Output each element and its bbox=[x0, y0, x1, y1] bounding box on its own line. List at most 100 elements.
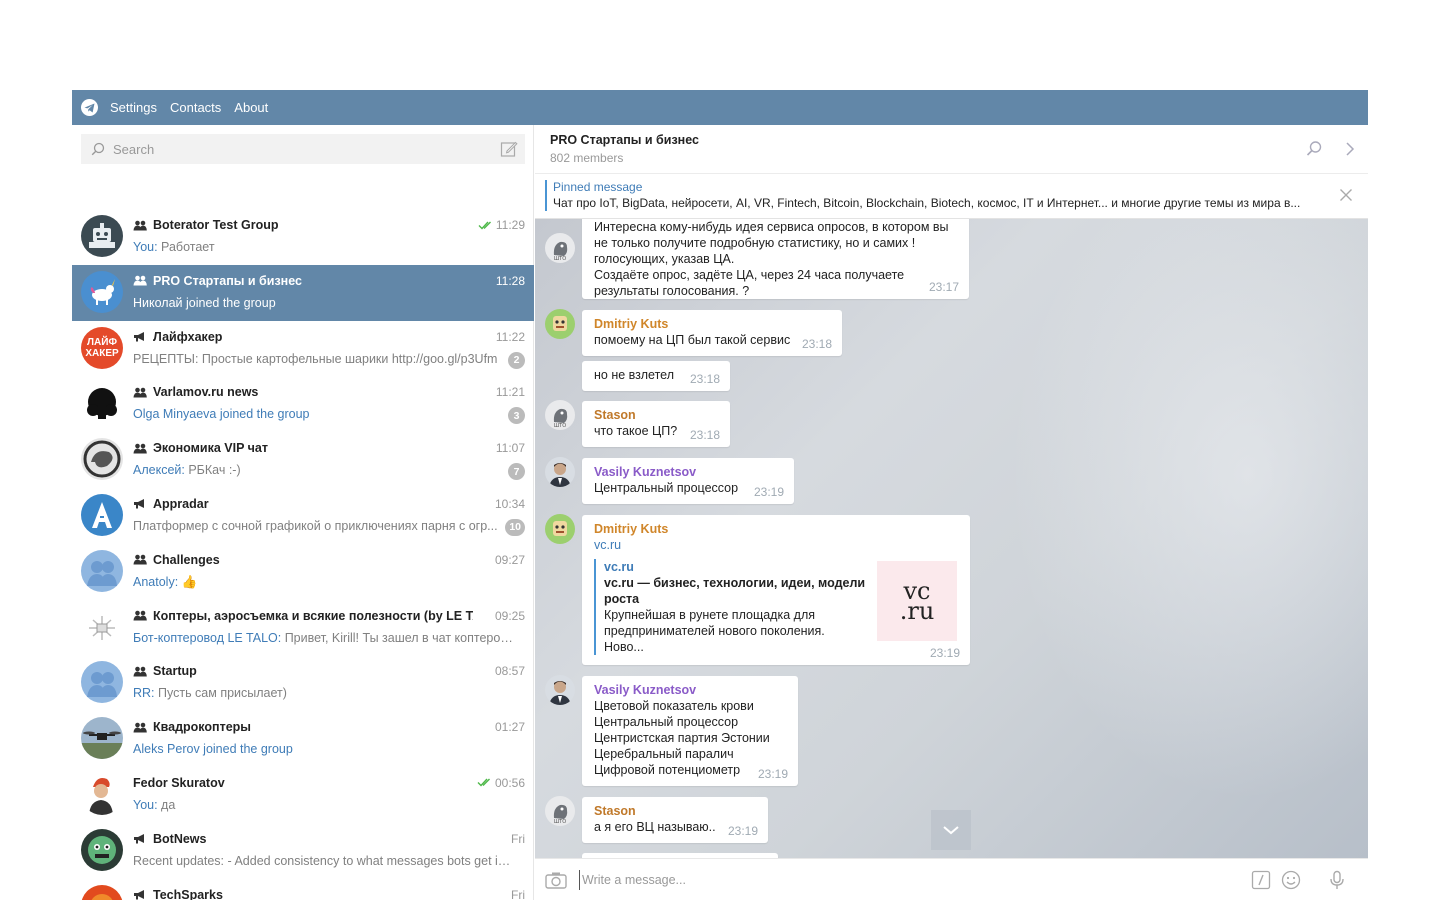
message-author[interactable]: Dmitriy Kuts bbox=[594, 521, 958, 537]
message-author[interactable]: Vasily Kuznetsov bbox=[594, 682, 786, 698]
dialog-time-text: 09:25 bbox=[494, 608, 525, 623]
dialog-item[interactable]: Fedor Skuratov 00:56 You: да bbox=[72, 767, 534, 823]
scroll-down-button[interactable] bbox=[931, 810, 971, 850]
close-icon[interactable] bbox=[1339, 188, 1353, 202]
dialog-item[interactable]: Коптеры, аэросъемка и всякие полезности … bbox=[72, 600, 534, 656]
avatar-dmitriy-kuts[interactable] bbox=[545, 514, 575, 544]
dialog-preview-text: РБКач :-) bbox=[184, 463, 241, 478]
message-bubble[interactable]: Stason что такое ЦП? 23:18 bbox=[582, 401, 730, 447]
dialog-item[interactable]: TechSparksFriПрямо-таки загадка то ли дл… bbox=[72, 879, 534, 900]
message-avatar-row: ШТО bbox=[545, 233, 575, 263]
dialog-item[interactable]: Квадрокоптеры 01:27 Aleks Perov joined the… bbox=[72, 711, 534, 767]
dialog-preview-sender: Anatoly: bbox=[133, 574, 179, 589]
microphone-icon[interactable] bbox=[1327, 870, 1347, 890]
dialog-name: PRO Стартапы и бизнес bbox=[133, 274, 302, 288]
dialog-time: 01:27 bbox=[495, 720, 525, 734]
message-author[interactable]: Stason bbox=[594, 407, 718, 423]
dialog-preview: Recent updates: - Added consistency to w… bbox=[133, 854, 513, 868]
dialog-preview: Aleks Perov joined the group bbox=[133, 742, 513, 756]
camera-icon[interactable] bbox=[545, 871, 567, 889]
dialog-name-text: Boterator Test Group bbox=[153, 218, 279, 232]
message-bubble[interactable]: Vasily Kuznetsov Цветовой показатель кро… bbox=[582, 676, 798, 786]
dialog-time: 00:56 bbox=[477, 776, 525, 790]
dialog-time-text: 01:27 bbox=[494, 720, 525, 735]
bot-command-icon[interactable] bbox=[1251, 870, 1271, 890]
dialog-preview-text: Платформер с сочной графикой о приключен… bbox=[133, 518, 498, 533]
menu-settings[interactable]: Settings bbox=[110, 100, 157, 115]
menu-contacts[interactable]: Contacts bbox=[170, 100, 221, 115]
dialog-item[interactable]: Appradar 10:34 Платформер с сочной графико… bbox=[72, 488, 534, 544]
dialog-name-text: Startup bbox=[153, 664, 197, 679]
message-link[interactable]: vc.ru bbox=[594, 537, 958, 553]
message-author[interactable]: Dmitriy Kuts bbox=[594, 316, 830, 332]
dialog-time-text: 11:21 bbox=[495, 385, 525, 400]
message-input[interactable] bbox=[579, 870, 1179, 890]
message-bubble[interactable]: Stason а я его ВЦ называю.. 23:19 bbox=[582, 797, 768, 843]
dialog-time-text: Fri bbox=[511, 887, 525, 900]
dialog-name-text: Лайфхакер bbox=[153, 329, 223, 344]
dialog-time: 11:29 bbox=[478, 218, 525, 232]
dialog-preview-text: да bbox=[157, 797, 176, 812]
chevron-right-icon[interactable] bbox=[1341, 140, 1359, 158]
dialog-preview-text: 👍 bbox=[178, 574, 198, 589]
emoji-icon[interactable] bbox=[1281, 870, 1301, 890]
channel-icon bbox=[133, 889, 147, 900]
message-history[interactable]: ШТО Интересна кому-нибудь идея сервиса о… bbox=[535, 219, 1368, 858]
dialog-item[interactable]: Challenges 09:27 Anatoly: 👍 bbox=[72, 544, 534, 600]
chat-title[interactable]: PRO Стартапы и бизнес bbox=[550, 133, 699, 147]
compose-icon[interactable] bbox=[500, 140, 518, 158]
dialog-time: Fri bbox=[511, 832, 525, 846]
dialog-avatar bbox=[81, 884, 123, 900]
menu-about[interactable]: About bbox=[234, 100, 268, 115]
dialog-avatar bbox=[81, 382, 123, 425]
message-bubble[interactable]: Dmitriy Kuts помоему на ЦП был такой сер… bbox=[582, 310, 842, 356]
dialog-name-text: TechSparks bbox=[153, 887, 223, 900]
dialog-preview: RR: Пусть сам присылает) bbox=[133, 686, 513, 700]
dialog-name-text: Коптеры, аэросъемка и всякие полезности … bbox=[153, 608, 473, 623]
message-author[interactable]: Stason bbox=[594, 803, 756, 819]
message-bubble[interactable]: Интересна кому-нибудь идея сервиса опрос… bbox=[582, 219, 969, 299]
dialog-preview-text: Работает bbox=[157, 240, 215, 254]
pinned-message[interactable]: Pinned message Чат про IoT, BigData, ней… bbox=[535, 174, 1368, 219]
dialog-name: Лайфхакер bbox=[133, 330, 222, 344]
message-bubble[interactable]: Vasily Kuznetsov Центральный процессор 2… bbox=[582, 458, 794, 504]
pinned-text: Чат про IoT, BigData, нейросети, AI, VR,… bbox=[553, 196, 1301, 210]
dialog-name: TechSparks bbox=[133, 888, 223, 900]
message-bubble[interactable]: Dmitriy Kuts vc.ru vc.ru vc.ru — бизнес,… bbox=[582, 515, 970, 665]
dialog-item[interactable]: Boterator Test Group 11:29 You: Работает bbox=[72, 209, 534, 265]
dialog-preview-text: Николай joined the group bbox=[133, 295, 276, 310]
dialog-preview: РЕЦЕПТЫ: Простые картофельные шарики htt… bbox=[133, 352, 498, 366]
message-author[interactable]: Vasily Kuznetsov bbox=[594, 464, 782, 480]
avatar-stason[interactable]: ШТО bbox=[545, 796, 575, 826]
dialog-time: 11:07 bbox=[496, 441, 525, 455]
preview-logo[interactable]: vc .ru bbox=[877, 561, 957, 641]
search-input[interactable] bbox=[113, 135, 493, 163]
message-time: 23:19 bbox=[929, 646, 960, 660]
dialog-item[interactable]: Startup 08:57 RR: Пусть сам присылает) bbox=[72, 655, 534, 711]
dialog-item[interactable]: PRO Стартапы и бизнес 11:28 Николай joined… bbox=[72, 264, 534, 321]
chat-search-icon[interactable] bbox=[1305, 140, 1323, 158]
dialog-item[interactable]: Varlamov.ru news 11:21 Olga Minyaeva joine… bbox=[72, 376, 534, 432]
dialog-item[interactable]: BotNews Fri Recent updates: - Added consis… bbox=[72, 823, 534, 879]
dialog-item[interactable]: ЛАЙФ ХАКЕР Лайфхакер 11:22 РЕЦЕПТЫ: Простые… bbox=[72, 321, 534, 377]
dialog-time: 10:34 bbox=[495, 497, 525, 511]
group-icon bbox=[133, 610, 147, 621]
message-time: 23:18 bbox=[689, 428, 720, 442]
dialog-preview-sender: Алексей: bbox=[133, 463, 185, 478]
dialog-time: 08:57 bbox=[495, 664, 525, 678]
dialog-list: Boterator Test Group 11:29 You: Работает PR… bbox=[72, 209, 534, 900]
dialog-item[interactable]: Экономика VIP чат 11:07 Алексей: РБКач :-)… bbox=[72, 432, 534, 488]
message-text: помоему на ЦП был такой сервис bbox=[594, 333, 791, 347]
channel-icon bbox=[133, 331, 147, 342]
avatar-vasily-kuznetsov[interactable] bbox=[545, 457, 575, 487]
dialog-time-text: 11:29 bbox=[495, 218, 525, 232]
avatar-dmitriy-kuts[interactable] bbox=[545, 309, 575, 339]
avatar-vasily-kuznetsov[interactable] bbox=[545, 675, 575, 705]
dialog-name: Коптеры, аэросъемка и всякие полезности … bbox=[133, 609, 473, 623]
message-bubble[interactable]: но не взлетел 23:18 bbox=[582, 361, 730, 391]
avatar-stason[interactable]: ШТО bbox=[545, 400, 575, 430]
link-preview[interactable]: vc.ru vc.ru — бизнес, технологии, идеи, … bbox=[594, 559, 866, 655]
avatar-stason[interactable]: ШТО bbox=[545, 233, 575, 263]
menu-bar: Settings Contacts About bbox=[72, 90, 1368, 125]
message-time: 23:19 bbox=[727, 824, 758, 838]
